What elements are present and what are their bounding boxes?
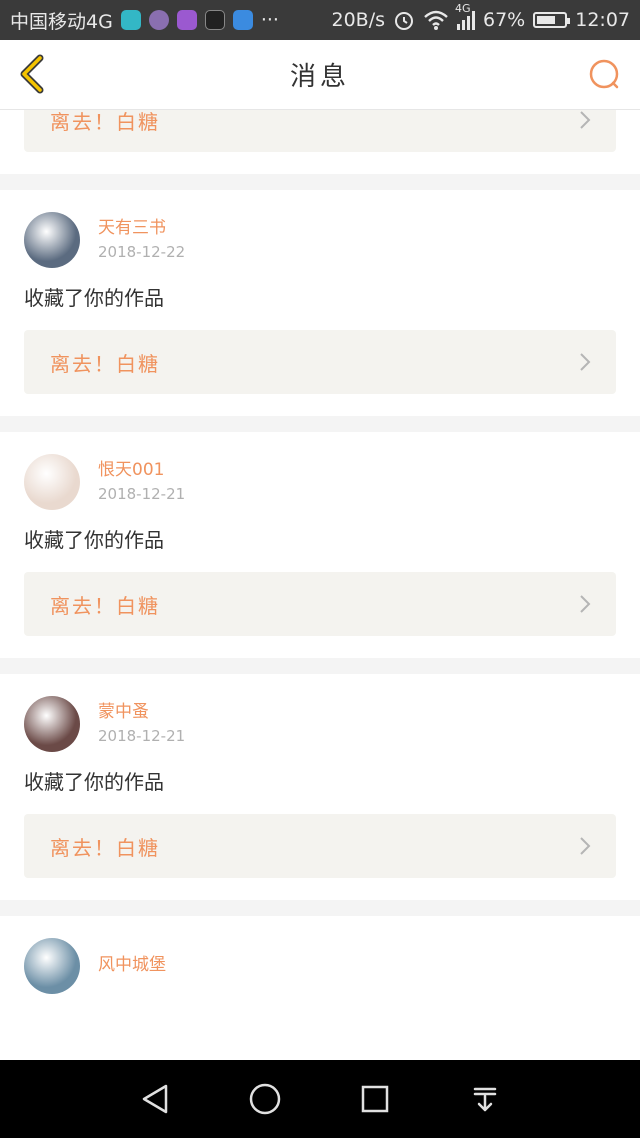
network-speed: 20B/s (331, 9, 385, 31)
battery-percent: 67% (483, 9, 526, 31)
notification-card: 恨天001 2018-12-21 收藏了你的作品离去！白糖 (0, 432, 640, 658)
page-title: 消息 (289, 62, 350, 92)
work-title: 离去！白糖 (50, 835, 160, 860)
username[interactable]: 风中城堡 (98, 954, 166, 976)
tiktok-icon (204, 10, 225, 30)
app-header: 消息 (0, 40, 640, 110)
notification-card: 天有三书 2018-12-22 收藏了你的作品离去！白糖 (0, 190, 640, 416)
app-icon-1 (120, 10, 141, 30)
recents-square-icon (361, 1085, 389, 1113)
timestamp: 2018-12-21 (98, 485, 186, 503)
user-meta: 天有三书 2018-12-22 (98, 217, 185, 263)
avatar[interactable] (24, 938, 80, 994)
alarm-icon (395, 12, 413, 30)
avatar[interactable] (24, 454, 80, 510)
network-type: 4G (455, 2, 471, 15)
notification-card: 风中城堡 (0, 916, 640, 1060)
timestamp: 2018-12-22 (98, 243, 186, 261)
notification-card: 蒙中蚤 2018-12-21 收藏了你的作品离去！白糖 (0, 674, 640, 900)
back-triangle-icon (142, 1084, 168, 1114)
user-meta: 恨天001 2018-12-21 (98, 459, 185, 505)
status-bar: 中国移动4G ··· 20B/s 4G 67% 12:07 (0, 0, 640, 40)
avatar[interactable] (24, 696, 80, 752)
username[interactable]: 恨天001 (98, 459, 185, 481)
user-meta: 风中城堡 (98, 954, 166, 978)
app-icon-5 (232, 10, 253, 30)
app-icon-2 (148, 10, 169, 30)
notification-card: 2018-12-22给您的作品赠送了3朵鲜花离去！白糖 (0, 110, 640, 174)
notification-text: 收藏了你的作品 (24, 770, 164, 794)
work-link[interactable]: 离去！白糖 (24, 572, 616, 636)
app-icon-3 (176, 10, 197, 30)
chevron-right-icon (580, 837, 591, 855)
user-meta: 蒙中蚤 2018-12-21 (98, 701, 185, 747)
nav-home-button[interactable] (243, 1077, 287, 1121)
work-link[interactable]: 离去！白糖 (24, 814, 616, 878)
search-icon[interactable] (586, 56, 626, 96)
work-title: 离去！白糖 (50, 351, 160, 376)
avatar[interactable] (24, 212, 80, 268)
message-list[interactable]: 2018-12-22给您的作品赠送了3朵鲜花离去！白糖天有三书 2018-12-2… (0, 110, 640, 1060)
user-row: 天有三书 2018-12-22 (24, 212, 616, 268)
work-link[interactable]: 离去！白糖 (24, 110, 616, 152)
chevron-right-icon (580, 111, 591, 129)
user-row: 风中城堡 (24, 938, 616, 994)
wifi-icon (424, 10, 448, 30)
home-circle-icon (249, 1083, 281, 1115)
notification-text: 收藏了你的作品 (24, 528, 164, 552)
work-link[interactable]: 离去！白糖 (24, 330, 616, 394)
battery-icon (533, 12, 571, 28)
notification-text: 收藏了你的作品 (24, 286, 164, 310)
system-nav-bar (0, 1060, 640, 1138)
carrier-label: 中国移动4G (10, 10, 113, 33)
more-notifications-icon: ··· (260, 9, 279, 31)
username[interactable]: 蒙中蚤 (98, 701, 185, 723)
chevron-right-icon (580, 595, 591, 613)
work-title: 离去！白糖 (50, 110, 160, 134)
chevron-right-icon (580, 353, 591, 371)
chevron-left-icon[interactable] (14, 54, 54, 94)
user-row: 恨天001 2018-12-21 (24, 454, 616, 510)
nav-notification-button[interactable] (463, 1077, 507, 1121)
timestamp: 2018-12-21 (98, 727, 186, 745)
work-title: 离去！白糖 (50, 593, 160, 618)
nav-recents-button[interactable] (353, 1077, 397, 1121)
clock: 12:07 (575, 9, 630, 31)
username[interactable]: 天有三书 (98, 217, 185, 239)
nav-back-button[interactable] (133, 1077, 177, 1121)
user-row: 蒙中蚤 2018-12-21 (24, 696, 616, 752)
notification-pull-icon (473, 1087, 497, 1112)
